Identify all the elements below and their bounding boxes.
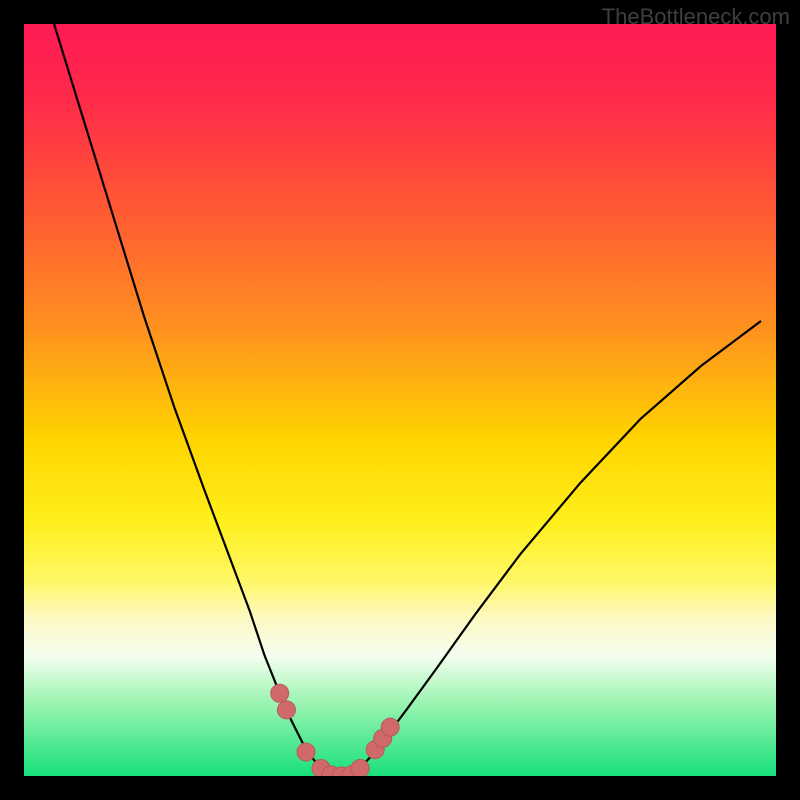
data-marker bbox=[277, 701, 295, 719]
data-marker bbox=[351, 759, 369, 776]
watermark-text: TheBottleneck.com bbox=[602, 4, 790, 30]
data-marker bbox=[297, 743, 315, 761]
chart-plot-area bbox=[24, 24, 776, 776]
data-marker bbox=[381, 718, 399, 736]
data-marker bbox=[271, 684, 289, 702]
chart-svg bbox=[24, 24, 776, 776]
chart-frame: TheBottleneck.com bbox=[0, 0, 800, 800]
